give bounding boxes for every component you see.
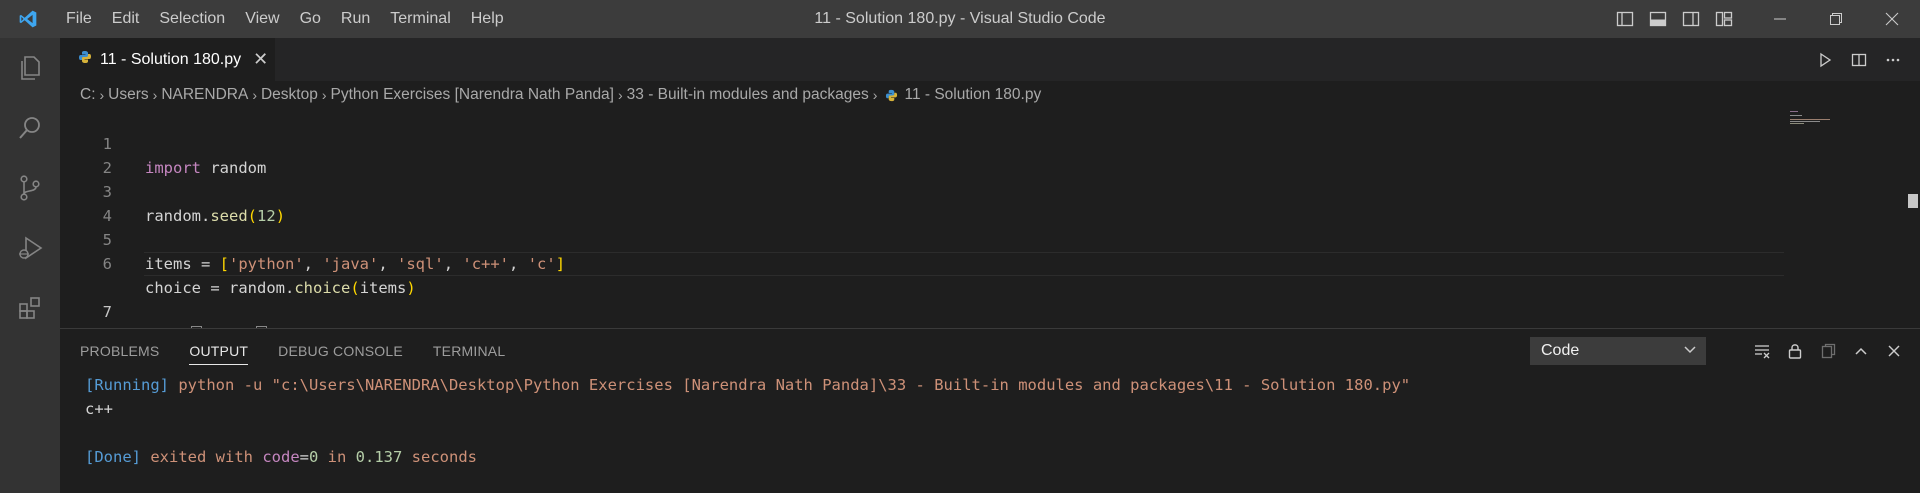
minimize-icon[interactable]	[1752, 0, 1808, 38]
code-token: .	[285, 279, 295, 297]
menu-selection[interactable]: Selection	[149, 0, 235, 38]
code-line: 5 items = ['python', 'java', 'sql', 'c++…	[60, 204, 1920, 273]
breadcrumb-item[interactable]: 11 - Solution 180.py	[904, 86, 1041, 104]
code-token: choice	[145, 279, 201, 297]
tab-solution-180[interactable]: 11 - Solution 180.py ✕	[60, 38, 275, 81]
python-file-icon	[78, 50, 92, 69]
output-channel-select[interactable]: Code	[1530, 337, 1706, 365]
breadcrumb-item[interactable]: Users	[108, 86, 148, 104]
minimap[interactable]	[1790, 109, 1850, 149]
tab-problems[interactable]: PROBLEMS	[80, 329, 159, 373]
restore-icon[interactable]	[1808, 0, 1864, 38]
code-token: =	[201, 279, 229, 297]
close-window-icon[interactable]	[1864, 0, 1920, 38]
breadcrumb-item[interactable]: NARENDRA	[161, 86, 248, 104]
close-tab-icon[interactable]: ✕	[253, 49, 268, 70]
done-text: exited with	[141, 448, 263, 466]
explorer-icon[interactable]	[0, 38, 60, 98]
clear-output-icon[interactable]	[1745, 335, 1778, 367]
split-editor-icon[interactable]	[1842, 38, 1876, 81]
python-file-icon	[885, 89, 898, 102]
tab-terminal[interactable]: TERMINAL	[433, 329, 505, 373]
breadcrumb-item[interactable]: Python Exercises [Narendra Nath Panda]	[331, 86, 614, 104]
editor-tab-bar: 11 - Solution 180.py ✕	[60, 38, 1920, 81]
done-equals: =	[299, 448, 309, 466]
breadcrumb-item[interactable]: 33 - Built-in modules and packages	[627, 86, 869, 104]
done-tag: [Done]	[85, 448, 141, 466]
exit-code: 0	[309, 448, 319, 466]
menu-file[interactable]: File	[56, 0, 102, 38]
line-number: 7	[102, 303, 112, 321]
menu-terminal[interactable]: Terminal	[380, 0, 460, 38]
code-line-current: 7 print(choice)	[60, 252, 1920, 346]
code-token: (	[350, 279, 360, 297]
close-panel-icon[interactable]	[1877, 335, 1910, 367]
code-token: choice	[294, 279, 351, 297]
chevron-down-icon	[1683, 342, 1697, 361]
tab-debug-console[interactable]: DEBUG CONSOLE	[278, 329, 403, 373]
maximize-panel-icon[interactable]	[1844, 335, 1877, 367]
code-token: random	[229, 279, 285, 297]
chevron-right-icon: ›	[872, 87, 878, 103]
output-line: [Running] python -u "c:\Users\NARENDRA\D…	[85, 373, 1410, 397]
program-output: c++	[85, 400, 113, 418]
code-line: 4	[60, 180, 1920, 225]
tab-label: 11 - Solution 180.py	[100, 50, 242, 68]
chevron-right-icon: ›	[618, 87, 623, 103]
done-code-label: code	[262, 448, 300, 466]
output-line: c++	[85, 397, 1410, 421]
code-token: items	[359, 279, 407, 297]
menu-edit[interactable]: Edit	[102, 0, 150, 38]
breadcrumb: C: › Users › NARENDRA › Desktop › Python…	[60, 81, 1920, 109]
chevron-right-icon: ›	[152, 87, 158, 103]
run-debug-icon[interactable]	[0, 218, 60, 278]
open-log-icon[interactable]	[1811, 335, 1844, 367]
running-tag: [Running]	[85, 376, 169, 394]
output-line: [Done] exited with code=0 in 0.137 secon…	[85, 445, 1410, 469]
menu-help[interactable]: Help	[461, 0, 514, 38]
code-line: 1 import random	[60, 108, 1920, 177]
extensions-icon[interactable]	[0, 278, 60, 338]
run-command: python -u "c:\Users\NARENDRA\Desktop\Pyt…	[169, 376, 1411, 394]
tab-output[interactable]: OUTPUT	[189, 329, 248, 373]
menu-go[interactable]: Go	[290, 0, 331, 38]
chevron-right-icon: ›	[99, 87, 105, 103]
breadcrumb-item[interactable]: C:	[80, 86, 96, 104]
chevron-right-icon: ›	[321, 87, 327, 103]
lock-scroll-icon[interactable]	[1778, 335, 1811, 367]
editor-area: 11 - Solution 180.py ✕ C: › Users › NARE…	[60, 38, 1920, 346]
menu-view[interactable]: View	[235, 0, 289, 38]
toggle-secondary-sidebar-icon[interactable]	[1674, 0, 1707, 38]
search-icon[interactable]	[0, 98, 60, 158]
title-bar: File Edit Selection View Go Run Terminal…	[0, 0, 1920, 38]
chevron-right-icon: ›	[252, 87, 257, 103]
bottom-panel: PROBLEMS OUTPUT DEBUG CONSOLE TERMINAL C…	[60, 328, 1920, 493]
scrollbar-thumb[interactable]	[1908, 194, 1918, 208]
time-unit: seconds	[402, 448, 477, 466]
done-in: in	[318, 448, 356, 466]
activity-bar	[0, 38, 60, 493]
toggle-primary-sidebar-icon[interactable]	[1608, 0, 1641, 38]
vscode-logo-icon[interactable]	[0, 0, 56, 38]
toggle-panel-icon[interactable]	[1641, 0, 1674, 38]
source-control-icon[interactable]	[0, 158, 60, 218]
output-log[interactable]: [Running] python -u "c:\Users\NARENDRA\D…	[85, 373, 1410, 469]
code-line: 2	[60, 132, 1920, 177]
more-actions-icon[interactable]	[1876, 38, 1910, 81]
breadcrumb-item[interactable]: Desktop	[261, 86, 318, 104]
run-file-icon[interactable]	[1808, 38, 1842, 81]
output-channel-value: Code	[1541, 342, 1580, 359]
current-line-highlight	[144, 252, 1784, 276]
menu-bar: File Edit Selection View Go Run Terminal…	[56, 0, 514, 38]
code-token: )	[406, 279, 416, 297]
elapsed-time: 0.137	[355, 448, 403, 466]
menu-run[interactable]: Run	[331, 0, 380, 38]
customize-layout-icon[interactable]	[1707, 0, 1740, 38]
code-line: 6 choice = random.choice(items)	[60, 228, 1920, 297]
code-line: 3 random.seed(12)	[60, 156, 1920, 225]
code-editor[interactable]: 1 import random 2 3 random.seed(12) 4 5 …	[60, 108, 1920, 346]
